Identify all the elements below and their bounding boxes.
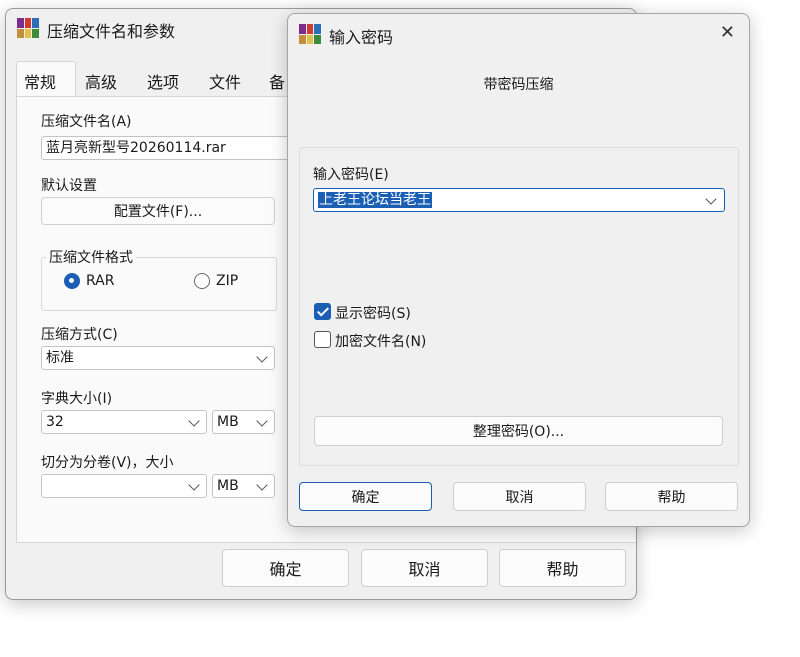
chevron-down-icon	[256, 479, 268, 491]
password-dialog-title: 输入密码	[329, 28, 394, 47]
dictionary-unit-value: MB	[217, 414, 239, 430]
format-group-label: 压缩文件格式	[46, 247, 136, 267]
tab-backup[interactable]: 备	[269, 69, 285, 93]
main-help-button[interactable]: 帮助	[499, 549, 626, 587]
password-dialog-titlebar[interactable]: 输入密码 ✕	[288, 14, 749, 54]
archive-name-label: 压缩文件名(A)	[41, 114, 132, 130]
encrypt-filenames-checkbox[interactable]	[314, 331, 331, 348]
password-label: 输入密码(E)	[313, 167, 389, 183]
tab-general[interactable]: 常规	[24, 69, 56, 93]
split-size-select[interactable]	[41, 474, 207, 498]
dictionary-select[interactable]: 32	[41, 410, 207, 434]
show-password-label[interactable]: 显示密码(S)	[335, 303, 411, 323]
close-icon[interactable]: ✕	[720, 22, 735, 43]
method-label: 压缩方式(C)	[41, 327, 118, 343]
format-zip-radio[interactable]	[194, 273, 210, 289]
password-cancel-button[interactable]: 取消	[453, 482, 586, 511]
tab-options[interactable]: 选项	[147, 69, 179, 93]
password-value: 上老王论坛当老王	[318, 192, 432, 208]
password-help-button[interactable]: 帮助	[605, 482, 738, 511]
dictionary-label: 字典大小(I)	[41, 391, 113, 407]
winrar-icon	[299, 24, 321, 44]
chevron-down-icon	[188, 415, 200, 427]
tab-files[interactable]: 文件	[209, 69, 241, 93]
password-input[interactable]: 上老王论坛当老王	[313, 188, 725, 212]
dictionary-unit-select[interactable]: MB	[212, 410, 275, 434]
archive-name-input[interactable]: 蓝月亮新型号20260114.rar	[41, 136, 301, 160]
tab-advanced[interactable]: 高级	[85, 69, 117, 93]
default-settings-label: 默认设置	[41, 178, 97, 194]
format-rar-radio[interactable]	[64, 273, 80, 289]
format-zip-label[interactable]: ZIP	[216, 273, 238, 289]
chevron-down-icon	[188, 479, 200, 491]
split-unit-select[interactable]: MB	[212, 474, 275, 498]
password-dialog-heading: 带密码压缩	[483, 77, 554, 93]
main-ok-button[interactable]: 确定	[222, 549, 349, 587]
method-value: 标准	[46, 350, 74, 366]
main-cancel-button[interactable]: 取消	[361, 549, 488, 587]
password-ok-button[interactable]: 确定	[299, 482, 432, 511]
chevron-down-icon	[256, 351, 268, 363]
split-unit-value: MB	[217, 478, 239, 494]
show-password-checkbox[interactable]	[314, 303, 331, 320]
format-rar-label[interactable]: RAR	[86, 273, 114, 289]
chevron-down-icon	[705, 193, 717, 205]
split-label: 切分为分卷(V)，大小	[41, 455, 174, 471]
dictionary-value: 32	[46, 414, 64, 430]
archive-dialog-title: 压缩文件名和参数	[47, 22, 176, 41]
winrar-icon	[17, 18, 39, 38]
profiles-button[interactable]: 配置文件(F)...	[41, 197, 275, 225]
organize-passwords-button[interactable]: 整理密码(O)...	[314, 416, 723, 446]
method-select[interactable]: 标准	[41, 346, 275, 370]
encrypt-filenames-label[interactable]: 加密文件名(N)	[335, 331, 426, 351]
chevron-down-icon	[256, 415, 268, 427]
password-dialog: 输入密码 ✕ 带密码压缩 输入密码(E) 上老王论坛当老王 显示密码(S) 加密…	[287, 13, 750, 527]
